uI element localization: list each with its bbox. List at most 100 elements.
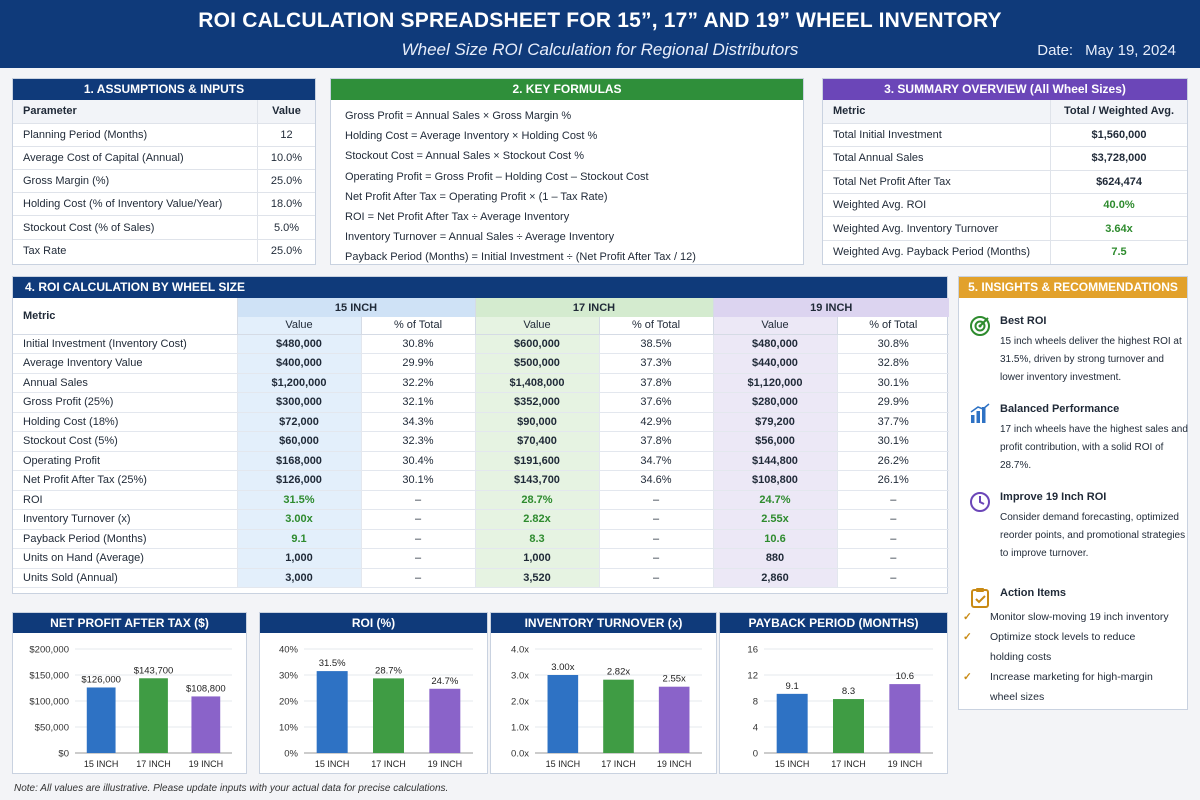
pct-cell: 32.3%	[360, 431, 475, 452]
checklist-icon	[971, 588, 989, 608]
x-tick-label: 15 INCH	[775, 759, 810, 769]
row-label: Net Profit After Tax (25%)	[13, 470, 237, 491]
row-label: Holding Cost (18%)	[13, 412, 237, 432]
pct-cell: 29.9%	[836, 392, 949, 413]
pct-cell: –	[836, 490, 949, 510]
roi-table-panel: 4. ROI CALCULATION BY WHEEL SIZE Metric …	[12, 276, 949, 594]
table-row: Payback Period (Months) 9.1–8.3–10.6–	[13, 529, 949, 549]
param-value[interactable]: 25.0%	[256, 239, 315, 263]
formula-item: ROI = Net Profit After Tax ÷ Average Inv…	[345, 210, 570, 223]
value-cell: 31.5%	[236, 490, 361, 510]
insight-heading: Action Items	[1000, 587, 1067, 599]
y-tick-label: 10%	[279, 723, 299, 734]
value-cell: 8.3	[474, 529, 599, 549]
row-label: Gross Profit (25%)	[13, 392, 237, 413]
bar	[429, 688, 461, 753]
y-tick-label: 4.0x	[511, 645, 529, 656]
summary-table: Metric Total / Weighted Avg. Total Initia…	[823, 100, 1187, 264]
col-value: Value	[256, 100, 315, 124]
y-tick-label: $50,000	[35, 723, 69, 734]
chart-title: PAYBACK PERIOD (MONTHS)	[720, 613, 947, 633]
value-cell: $143,700	[474, 470, 599, 491]
col-metric: Metric	[823, 100, 1051, 124]
action-text: holding costs	[990, 651, 1052, 663]
formula-item: Stockout Cost = Annual Sales × Stockout …	[345, 150, 585, 163]
y-tick-label: 0%	[284, 749, 298, 760]
param-value[interactable]: 12	[256, 123, 315, 147]
value-cell: $144,800	[712, 451, 837, 471]
summary-value: $1,560,000	[1050, 123, 1187, 148]
chart-title: ROI (%)	[260, 613, 487, 633]
pct-cell: –	[836, 529, 949, 549]
value-cell: $600,000	[474, 334, 599, 354]
group-17-inch: 17 INCH	[474, 298, 713, 317]
summary-panel: 3. SUMMARY OVERVIEW (All Wheel Sizes) Me…	[822, 78, 1188, 265]
value-cell: 2,860	[712, 568, 837, 588]
value-cell: $56,000	[712, 431, 837, 452]
chart-roi: ROI (%) 0% 10% 20% 30% 40% 31.5% 15 INCH 28.7% 1…	[259, 612, 488, 774]
value-cell: $440,000	[712, 353, 837, 374]
formula-item: Operating Profit = Gross Profit – Holdin…	[345, 170, 649, 183]
roi-table-title: 4. ROI CALCULATION BY WHEEL SIZE	[13, 277, 947, 298]
param-value[interactable]: 5.0%	[256, 215, 315, 240]
value-cell: $191,600	[474, 451, 599, 471]
table-row: Tax Rate 25.0%	[13, 239, 315, 263]
value-cell: $126,000	[236, 470, 361, 491]
value-cell: $480,000	[236, 334, 361, 354]
pct-cell: –	[836, 548, 949, 569]
bar	[833, 699, 864, 753]
chart-turnover: INVENTORY TURNOVER (x) 0.0x 1.0x 2.0x 3.0x 4…	[490, 612, 717, 774]
footer-note: Note: All values are illustrative. Pleas…	[14, 783, 449, 794]
x-tick-label: 19 INCH	[657, 759, 692, 769]
summary-value: 3.64x	[1050, 216, 1187, 241]
value-cell: 1,000	[236, 548, 361, 569]
value-cell: 2.82x	[474, 509, 599, 530]
sub-pct: % of Total	[836, 317, 949, 335]
param-label: Stockout Cost (% of Sales)	[13, 215, 258, 240]
param-value[interactable]: 10.0%	[256, 146, 315, 171]
pct-cell: 32.1%	[360, 392, 475, 413]
insight-body: Consider demand forecasting, optimized r…	[1000, 512, 1186, 559]
assumptions-panel: 1. ASSUMPTIONS & INPUTS Parameter Value P…	[12, 78, 316, 265]
formula-item: Inventory Turnover = Annual Sales ÷ Aver…	[345, 231, 615, 244]
y-tick-label: $0	[58, 749, 69, 760]
table-row: Inventory Turnover (x) 3.00x –2.82x –2.55x –	[13, 509, 949, 530]
pct-cell: –	[360, 548, 475, 569]
param-value[interactable]: 18.0%	[256, 192, 315, 217]
data-label: 10.6	[896, 671, 915, 682]
value-cell: $500,000	[474, 353, 599, 374]
formula-item: Holding Cost = Average Inventory × Holdi…	[345, 130, 598, 143]
action-list: ✓ Monitor slow-moving 19 inch inventory ✓ O…	[959, 607, 1189, 707]
insight-body: 15 inch wheels deliver the highest ROI a…	[1000, 336, 1182, 383]
y-tick-label: 4	[753, 723, 758, 734]
value-cell: $1,120,000	[712, 373, 837, 393]
summary-value: 7.5	[1050, 240, 1187, 264]
value-cell: 3,520	[474, 568, 599, 588]
pct-cell: 37.6%	[598, 392, 713, 413]
roi-table: Metric 15 INCH 17 INCH 19 INCH Value % o…	[13, 298, 949, 588]
bar	[776, 693, 808, 753]
formulas-panel: 2. KEY FORMULAS Gross Profit = Annual Sa…	[330, 78, 804, 265]
table-row: Operating Profit $168,000 30.4% $191,600 34.…	[13, 451, 949, 471]
bar	[191, 696, 221, 753]
param-value[interactable]: 25.0%	[256, 169, 315, 194]
date-label: Date:	[1037, 42, 1074, 59]
table-row: Holding Cost (% of Inventory Value/Year)…	[13, 192, 315, 217]
value-cell: 24.7%	[712, 490, 837, 510]
value-cell: $480,000	[712, 334, 837, 354]
param-label: Holding Cost (% of Inventory Value/Year)	[13, 192, 258, 217]
value-cell: $168,000	[236, 451, 361, 471]
pct-cell: 30.1%	[836, 373, 949, 393]
summary-label: Total Net Profit After Tax	[823, 170, 1051, 195]
pct-cell: 37.8%	[598, 431, 713, 452]
row-label: ROI	[13, 490, 237, 510]
assumptions-title: 1. ASSUMPTIONS & INPUTS	[13, 79, 315, 100]
bar	[658, 686, 690, 753]
table-row: Total Annual Sales $3,728,000	[823, 146, 1187, 171]
y-tick-label: 20%	[279, 697, 299, 708]
pct-cell: 34.6%	[598, 470, 713, 491]
value-cell: $108,800	[712, 470, 837, 491]
pct-cell: –	[360, 529, 475, 549]
x-tick-label: 19 INCH	[189, 759, 224, 769]
table-row: Total Initial Investment $1,560,000	[823, 123, 1187, 148]
